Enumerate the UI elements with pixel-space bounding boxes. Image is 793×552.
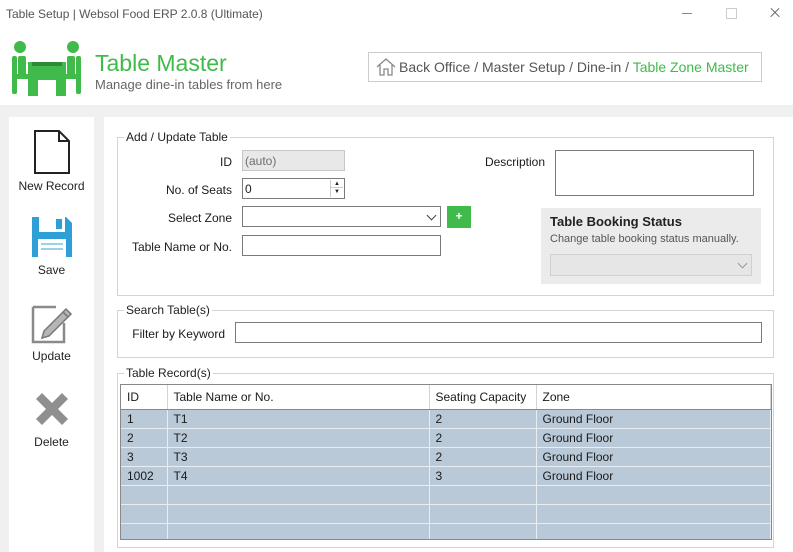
delete-button[interactable]: Delete [9, 387, 94, 467]
spin-up-icon[interactable]: ▲ [331, 180, 343, 188]
table-row[interactable]: 1002 T4 3 Ground Floor [121, 466, 771, 486]
delete-label: Delete [34, 435, 69, 449]
add-update-group-label: Add / Update Table [126, 130, 228, 144]
dining-table-icon [12, 41, 81, 96]
cell-seating-capacity: 2 [429, 428, 537, 448]
column-header-id[interactable]: ID [121, 385, 168, 410]
floppy-disk-icon [31, 217, 72, 257]
cell-seating-capacity: 2 [429, 447, 537, 467]
title-bar: Table Setup | Websol Food ERP 2.0.8 (Ult… [0, 0, 793, 27]
table-row[interactable]: 1 T1 2 Ground Floor [121, 409, 771, 429]
id-label: ID [220, 155, 232, 169]
cell-table-name: T3 [167, 447, 430, 467]
column-header-table-name[interactable]: Table Name or No. [167, 385, 430, 410]
cell-table-name: T2 [167, 428, 430, 448]
cell-id: 2 [121, 428, 168, 448]
booking-status-subtitle: Change table booking status manually. [550, 233, 739, 245]
breadcrumb-path[interactable]: Back Office / Master Setup / Dine-in / [399, 59, 633, 75]
table-row[interactable]: 3 T3 2 Ground Floor [121, 447, 771, 467]
zone-select[interactable] [242, 206, 441, 227]
new-document-icon [33, 130, 70, 174]
filter-input[interactable] [235, 322, 762, 343]
booking-status-panel: Table Booking Status Change table bookin… [541, 208, 761, 284]
new-record-button[interactable]: New Record [9, 129, 94, 209]
column-header-zone[interactable]: Zone [536, 385, 771, 410]
delete-x-icon [35, 393, 68, 425]
breadcrumb-current: Table Zone Master [632, 59, 749, 75]
records-group-label: Table Record(s) [126, 366, 211, 380]
cell-zone: Ground Floor [536, 466, 771, 486]
booking-status-select[interactable] [550, 254, 752, 276]
page-subtitle: Manage dine-in tables from here [95, 77, 283, 92]
search-group-label: Search Table(s) [126, 303, 210, 317]
cell-id: 3 [121, 447, 168, 467]
save-label: Save [37, 263, 66, 277]
cell-id: 1 [121, 409, 168, 429]
records-grid[interactable]: ID Table Name or No. Seating Capacity Zo… [120, 384, 772, 540]
zone-label: Select Zone [167, 211, 232, 225]
description-label: Description [484, 155, 545, 169]
column-header-seating-capacity[interactable]: Seating Capacity [429, 385, 537, 410]
breadcrumb: Back Office / Master Setup / Dine-in / T… [368, 52, 762, 82]
update-button[interactable]: Update [9, 301, 94, 381]
minimize-button[interactable] [672, 3, 702, 23]
booking-status-title: Table Booking Status [550, 214, 682, 229]
table-row[interactable]: 2 T2 2 Ground Floor [121, 428, 771, 448]
edit-pencil-icon [31, 305, 72, 344]
table-name-label: Table Name or No. [131, 240, 232, 254]
spin-down-icon[interactable]: ▼ [331, 188, 343, 196]
chevron-down-icon [737, 258, 748, 269]
cell-id: 1002 [121, 466, 168, 486]
empty-row [121, 504, 771, 524]
home-icon[interactable] [375, 58, 397, 76]
update-label: Update [32, 349, 71, 363]
seats-spinner[interactable]: ▲ ▼ [330, 180, 343, 197]
seats-stepper[interactable]: 0 ▲ ▼ [242, 178, 345, 199]
empty-row [121, 485, 771, 505]
grid-header-row: ID Table Name or No. Seating Capacity Zo… [121, 385, 771, 410]
seats-value: 0 [245, 182, 252, 196]
cell-table-name: T4 [167, 466, 430, 486]
new-record-label: New Record [18, 179, 85, 193]
empty-row [121, 523, 771, 539]
save-button[interactable]: Save [9, 215, 94, 295]
chevron-down-icon [426, 210, 437, 221]
filter-label: Filter by Keyword [132, 327, 225, 341]
cell-zone: Ground Floor [536, 409, 771, 429]
page-title: Table Master [95, 50, 227, 76]
table-name-input[interactable] [242, 235, 441, 256]
cell-zone: Ground Floor [536, 428, 771, 448]
cell-seating-capacity: 2 [429, 409, 537, 429]
cell-zone: Ground Floor [536, 447, 771, 467]
main-content: Add / Update Table ID (auto) No. of Seat… [104, 117, 793, 552]
add-zone-button[interactable]: + [447, 206, 471, 228]
cell-table-name: T1 [167, 409, 430, 429]
cell-seating-capacity: 3 [429, 466, 537, 486]
action-toolbar: New Record Save Update Delete [9, 117, 94, 552]
page-header: Table Master Manage dine-in tables from … [0, 27, 793, 105]
seats-label: No. of Seats [165, 183, 232, 197]
close-button[interactable] [760, 3, 790, 23]
window-title: Table Setup | Websol Food ERP 2.0.8 (Ult… [6, 7, 263, 21]
description-input[interactable] [555, 150, 754, 196]
maximize-button[interactable] [716, 3, 746, 23]
id-field[interactable]: (auto) [242, 150, 345, 171]
